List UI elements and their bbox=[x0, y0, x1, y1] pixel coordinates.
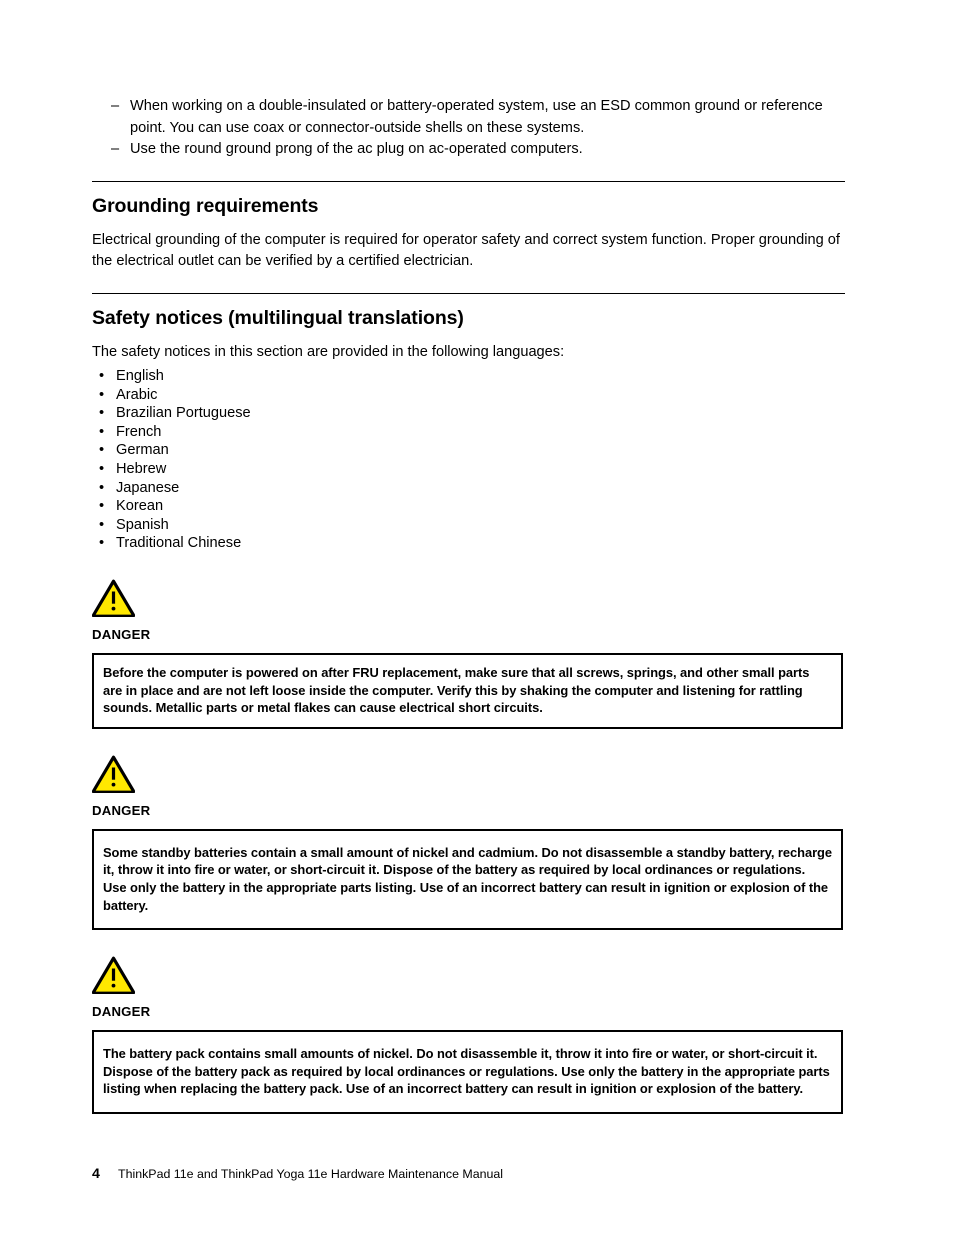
list-item: – When working on a double-insulated or … bbox=[92, 96, 845, 139]
danger-message-text: The battery pack contains small amounts … bbox=[103, 1046, 830, 1097]
esd-guidelines-list: – When working on a double-insulated or … bbox=[92, 96, 845, 161]
danger-message-text: Some standby batteries contain a small a… bbox=[103, 844, 832, 913]
page-footer: 4 ThinkPad 11e and ThinkPad Yoga 11e Har… bbox=[92, 1166, 845, 1182]
section-heading: Grounding requirements bbox=[92, 194, 319, 217]
round-bullet-icon: • bbox=[99, 479, 105, 496]
list-item-text: Use the round ground prong of the ac plu… bbox=[130, 141, 583, 157]
list-item: • Korean bbox=[92, 497, 845, 516]
list-item-text: French bbox=[116, 423, 162, 440]
document-page: – When working on a double-insulated or … bbox=[0, 0, 954, 1235]
list-item-text: Arabic bbox=[116, 386, 158, 403]
round-bullet-icon: • bbox=[99, 535, 105, 552]
list-item-text: Spanish bbox=[116, 516, 169, 533]
footer-page-number: 4 bbox=[92, 1166, 100, 1182]
danger-notice: DANGER The battery pack contains small a… bbox=[92, 956, 845, 1114]
list-item-text: Brazilian Portuguese bbox=[116, 405, 251, 422]
danger-message-box: Before the computer is powered on after … bbox=[92, 652, 843, 729]
section-divider bbox=[92, 292, 845, 294]
warning-triangle-icon bbox=[92, 956, 135, 995]
section-body: Electrical grounding of the computer is … bbox=[92, 231, 840, 270]
list-item: • English bbox=[92, 367, 845, 386]
section-grounding-requirements: Grounding requirements Electrical ground… bbox=[92, 180, 845, 273]
danger-label: DANGER bbox=[92, 1004, 151, 1020]
danger-label: DANGER bbox=[92, 626, 151, 642]
list-item: • Spanish bbox=[92, 516, 845, 535]
round-bullet-icon: • bbox=[99, 498, 105, 515]
danger-message-box: The battery pack contains small amounts … bbox=[92, 1030, 843, 1114]
danger-notice: DANGER Before the computer is powered on… bbox=[92, 579, 845, 729]
round-bullet-icon: • bbox=[99, 442, 105, 459]
section-body: The safety notices in this section are p… bbox=[92, 343, 565, 360]
list-item: • Arabic bbox=[92, 386, 845, 405]
page-content: – When working on a double-insulated or … bbox=[92, 96, 845, 1114]
list-item-text: Traditional Chinese bbox=[116, 535, 242, 552]
round-bullet-icon: • bbox=[99, 516, 105, 533]
list-item-text: German bbox=[116, 442, 169, 459]
round-bullet-icon: • bbox=[99, 386, 105, 403]
list-item-text: When working on a double-insulated or ba… bbox=[130, 98, 823, 136]
list-item-text: Korean bbox=[116, 498, 164, 515]
danger-message-box: Some standby batteries contain a small a… bbox=[92, 828, 843, 931]
section-divider bbox=[92, 180, 845, 182]
list-item: • Brazilian Portuguese bbox=[92, 404, 845, 423]
round-bullet-icon: • bbox=[99, 423, 105, 440]
list-item-text: English bbox=[116, 368, 164, 384]
list-item: • Japanese bbox=[92, 479, 845, 498]
section-safety-notices: Safety notices (multilingual translation… bbox=[92, 292, 845, 553]
danger-message-text: Before the computer is powered on after … bbox=[103, 664, 810, 716]
warning-triangle-icon bbox=[92, 755, 135, 793]
dash-bullet-icon: – bbox=[111, 141, 120, 157]
danger-label: DANGER bbox=[92, 802, 151, 818]
list-item: • Traditional Chinese bbox=[92, 534, 845, 553]
danger-notice: DANGER Some standby batteries contain a … bbox=[92, 755, 845, 931]
list-item: • Hebrew bbox=[92, 460, 845, 479]
round-bullet-icon: • bbox=[99, 368, 105, 384]
list-item-text: Japanese bbox=[116, 479, 180, 496]
dash-bullet-icon: – bbox=[111, 98, 120, 114]
list-item-text: Hebrew bbox=[116, 460, 167, 477]
section-heading: Safety notices (multilingual translation… bbox=[92, 306, 464, 329]
list-item: • German bbox=[92, 441, 845, 460]
list-item: – Use the round ground prong of the ac p… bbox=[92, 139, 845, 161]
round-bullet-icon: • bbox=[99, 460, 105, 477]
round-bullet-icon: • bbox=[99, 405, 105, 422]
footer-document-title: ThinkPad 11e and ThinkPad Yoga 11e Hardw… bbox=[118, 1167, 504, 1181]
language-list: • English • Arabic • Brazilian Portugues… bbox=[92, 367, 845, 553]
warning-triangle-icon bbox=[92, 579, 135, 617]
list-item: • French bbox=[92, 423, 845, 442]
